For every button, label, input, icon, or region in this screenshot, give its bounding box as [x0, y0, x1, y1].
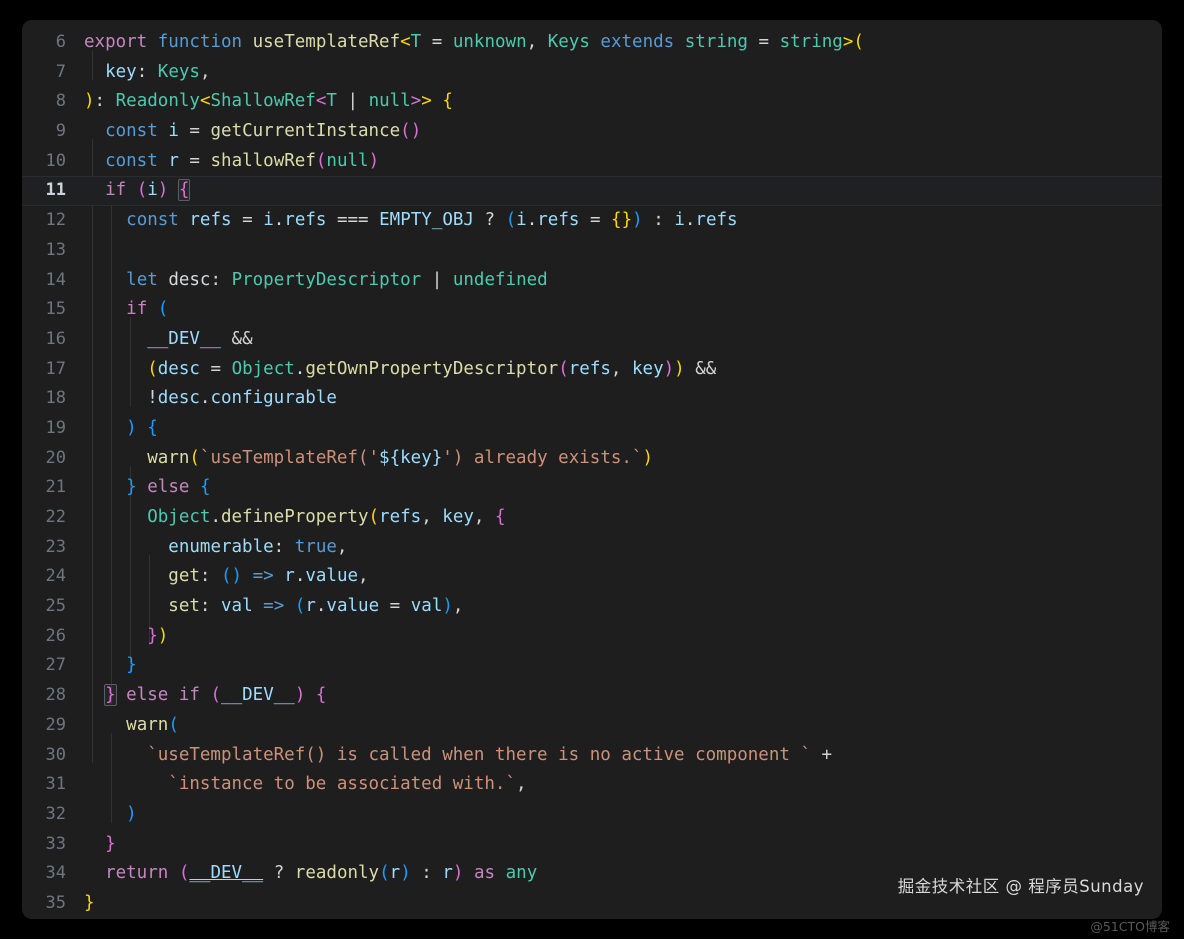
line-source[interactable]: get: () => r.value,: [84, 562, 1162, 592]
line-number: 26: [45, 625, 66, 646]
line-number: 32: [45, 803, 66, 824]
code-line[interactable]: 7 key: Keys,: [22, 58, 1162, 88]
code-line[interactable]: 16 __DEV__ &&: [22, 325, 1162, 355]
code-line[interactable]: 21 } else {: [22, 473, 1162, 503]
code-line[interactable]: 17 (desc = Object.getOwnPropertyDescript…: [22, 355, 1162, 385]
code-editor-window: 6 export function useTemplateRef<T = unk…: [22, 20, 1162, 919]
line-source[interactable]: Object.defineProperty(refs, key, {: [84, 503, 1162, 533]
line-number: 27: [45, 655, 66, 676]
line-number: 30: [45, 744, 66, 765]
line-number: 24: [45, 566, 66, 587]
line-number: 21: [45, 477, 66, 498]
line-number: 9: [55, 121, 66, 142]
line-number: 8: [55, 91, 66, 112]
code-line[interactable]: 32 ): [22, 800, 1162, 830]
line-source[interactable]: warn(`useTemplateRef('${key}') already e…: [84, 444, 1162, 474]
line-number: 17: [45, 358, 66, 379]
code-line-active[interactable]: 11 if (i) {: [22, 176, 1162, 207]
line-number: 22: [45, 507, 66, 527]
line-source[interactable]: } else if (__DEV__) {: [84, 681, 1162, 711]
line-number: 18: [45, 388, 66, 409]
code-content[interactable]: 6 export function useTemplateRef<T = unk…: [22, 20, 1162, 919]
line-number: 10: [45, 150, 66, 171]
line-source[interactable]: let desc: PropertyDescriptor | undefined: [84, 266, 1162, 296]
line-number: 11: [45, 180, 66, 201]
line-source[interactable]: export function useTemplateRef<T = unkno…: [84, 28, 1162, 58]
watermark-secondary: @51CTO博客: [1090, 919, 1170, 934]
code-line[interactable]: 33 }: [22, 830, 1162, 860]
line-source[interactable]: `useTemplateRef() is called when there i…: [84, 741, 1162, 771]
bracket-match-highlight: }: [104, 684, 117, 707]
line-source[interactable]: const refs = i.refs === EMPTY_OBJ ? (i.r…: [84, 206, 1162, 236]
line-number: 34: [45, 863, 66, 884]
code-line[interactable]: 19 ) {: [22, 414, 1162, 444]
code-line[interactable]: 14 let desc: PropertyDescriptor | undefi…: [22, 266, 1162, 296]
line-number: 28: [45, 685, 66, 706]
line-source[interactable]: (desc = Object.getOwnPropertyDescriptor(…: [84, 355, 1162, 385]
code-line[interactable]: 8 ): Readonly<ShallowRef<T | null>> {: [22, 87, 1162, 117]
line-number: 35: [45, 892, 66, 913]
line-source[interactable]: if (i) {: [84, 176, 1162, 206]
line-source[interactable]: } else {: [84, 473, 1162, 503]
line-number: 29: [45, 714, 66, 735]
line-number: 12: [45, 210, 66, 231]
line-number: 20: [45, 447, 66, 468]
line-source[interactable]: `instance to be associated with.`,: [84, 770, 1162, 800]
line-source[interactable]: }: [84, 651, 1162, 681]
line-source[interactable]: __DEV__ &&: [84, 325, 1162, 355]
watermark-primary: 掘金技术社区 @ 程序员Sunday: [897, 877, 1144, 896]
line-number: 19: [45, 417, 66, 438]
line-number: 23: [45, 536, 66, 557]
line-source[interactable]: warn(: [84, 711, 1162, 741]
code-line[interactable]: 15 if (: [22, 295, 1162, 325]
code-line[interactable]: 26 }): [22, 622, 1162, 652]
code-line[interactable]: 29 warn(: [22, 711, 1162, 741]
code-line[interactable]: 30 `useTemplateRef() is called when ther…: [22, 741, 1162, 771]
line-number: 16: [45, 328, 66, 349]
line-source[interactable]: }): [84, 622, 1162, 652]
line-source[interactable]: const i = getCurrentInstance(): [84, 117, 1162, 147]
line-number: 6: [55, 32, 66, 52]
code-line[interactable]: 31 `instance to be associated with.`,: [22, 770, 1162, 800]
code-line[interactable]: 12 const refs = i.refs === EMPTY_OBJ ? (…: [22, 206, 1162, 236]
code-line[interactable]: 22 Object.defineProperty(refs, key, {: [22, 503, 1162, 533]
line-number: 33: [45, 833, 66, 854]
code-line[interactable]: 6 export function useTemplateRef<T = unk…: [22, 28, 1162, 58]
code-line[interactable]: 25 set: val => (r.value = val),: [22, 592, 1162, 622]
line-source[interactable]: ): Readonly<ShallowRef<T | null>> {: [84, 87, 1162, 117]
line-source[interactable]: if (: [84, 295, 1162, 325]
line-source[interactable]: ) {: [84, 414, 1162, 444]
code-line[interactable]: 18 !desc.configurable: [22, 384, 1162, 414]
code-line[interactable]: 9 const i = getCurrentInstance(): [22, 117, 1162, 147]
line-source[interactable]: set: val => (r.value = val),: [84, 592, 1162, 622]
line-number: 31: [45, 774, 66, 795]
bracket-match-highlight: {: [177, 179, 191, 202]
line-source[interactable]: enumerable: true,: [84, 533, 1162, 563]
code-line[interactable]: 24 get: () => r.value,: [22, 562, 1162, 592]
code-line[interactable]: 27 }: [22, 651, 1162, 681]
line-number: 14: [45, 269, 66, 290]
line-number: 25: [45, 596, 66, 617]
code-line[interactable]: 10 const r = shallowRef(null): [22, 147, 1162, 177]
line-source[interactable]: !desc.configurable: [84, 384, 1162, 414]
line-number: 15: [45, 299, 66, 320]
line-number: 13: [45, 239, 66, 260]
code-line[interactable]: 23 enumerable: true,: [22, 533, 1162, 563]
code-line[interactable]: 13: [22, 236, 1162, 266]
line-source[interactable]: }: [84, 830, 1162, 860]
line-source[interactable]: const r = shallowRef(null): [84, 147, 1162, 177]
code-line[interactable]: 28 } else if (__DEV__) {: [22, 681, 1162, 711]
line-source[interactable]: ): [84, 800, 1162, 830]
code-line[interactable]: 20 warn(`useTemplateRef('${key}') alread…: [22, 444, 1162, 474]
line-number: 7: [55, 61, 66, 82]
line-source[interactable]: key: Keys,: [84, 58, 1162, 88]
